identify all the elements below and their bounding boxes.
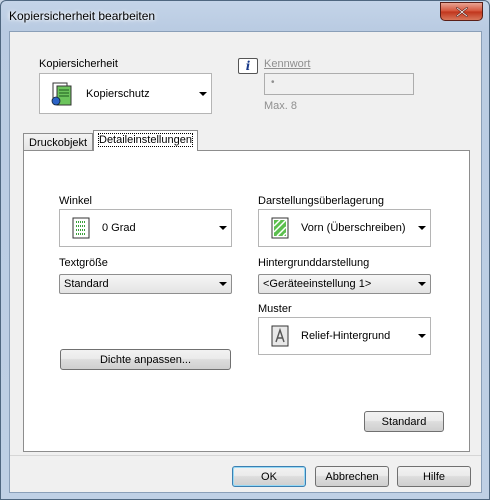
- overlay-value: Vorn (Überschreiben): [301, 222, 406, 234]
- overlay-icon: [271, 217, 289, 239]
- pattern-label: Muster: [258, 303, 292, 315]
- copy-security-value: Kopierschutz: [86, 87, 150, 100]
- close-icon: [455, 6, 468, 17]
- password-label: Kennwort: [264, 58, 311, 70]
- chevron-down-icon: [195, 91, 211, 96]
- background-select[interactable]: <Geräteeinstellung 1>: [258, 274, 431, 294]
- pattern-select[interactable]: Relief-Hintergrund: [258, 317, 431, 355]
- password-field[interactable]: •: [264, 73, 414, 95]
- separator: [10, 455, 481, 456]
- pattern-value: Relief-Hintergrund: [301, 330, 391, 342]
- info-icon: i: [238, 58, 258, 74]
- copy-security-select[interactable]: Kopierschutz: [39, 73, 212, 114]
- ok-button[interactable]: OK: [232, 466, 306, 487]
- tab-label: Detaileinstellungen: [98, 133, 193, 147]
- tab-detaileinstellungen[interactable]: Detaileinstellungen: [93, 130, 198, 151]
- standard-button[interactable]: Standard: [364, 411, 444, 432]
- background-value: <Geräteeinstellung 1>: [263, 278, 372, 290]
- text-size-value: Standard: [64, 278, 109, 290]
- help-button[interactable]: Hilfe: [397, 466, 471, 487]
- title-bar: Kopiersicherheit bearbeiten: [1, 1, 489, 31]
- chevron-down-icon: [215, 226, 231, 230]
- angle-icon: [72, 217, 90, 239]
- angle-label: Winkel: [59, 195, 93, 207]
- text-size-select[interactable]: Standard: [59, 274, 232, 294]
- tab-panel: Winkel 0 Grad Textgröße Standard Darstel…: [23, 150, 470, 452]
- pattern-icon: [271, 325, 289, 347]
- chevron-down-icon: [215, 282, 231, 286]
- chevron-down-icon: [414, 282, 430, 286]
- chevron-down-icon: [414, 226, 430, 230]
- angle-select[interactable]: 0 Grad: [59, 209, 232, 247]
- chevron-down-icon: [414, 334, 430, 338]
- copy-protect-icon: [51, 82, 72, 105]
- copy-security-label: Kopiersicherheit: [39, 58, 118, 70]
- dialog-client-area: Kopiersicherheit Kopierschutz i Kennwort…: [9, 31, 482, 493]
- dialog-window: Kopiersicherheit bearbeiten Kopiersicher…: [0, 0, 490, 500]
- close-button[interactable]: [440, 2, 483, 21]
- password-max-hint: Max. 8: [264, 100, 298, 112]
- overlay-select[interactable]: Vorn (Überschreiben): [258, 209, 431, 247]
- adjust-density-button[interactable]: Dichte anpassen...: [60, 349, 231, 370]
- text-size-label: Textgröße: [59, 257, 108, 269]
- window-title: Kopiersicherheit bearbeiten: [9, 9, 156, 23]
- overlay-label: Darstellungsüberlagerung: [258, 195, 384, 207]
- background-label: Hintergrunddarstellung: [258, 257, 370, 269]
- tab-label: Druckobjekt: [29, 137, 88, 149]
- angle-value: 0 Grad: [102, 222, 136, 234]
- cancel-button[interactable]: Abbrechen: [315, 466, 389, 487]
